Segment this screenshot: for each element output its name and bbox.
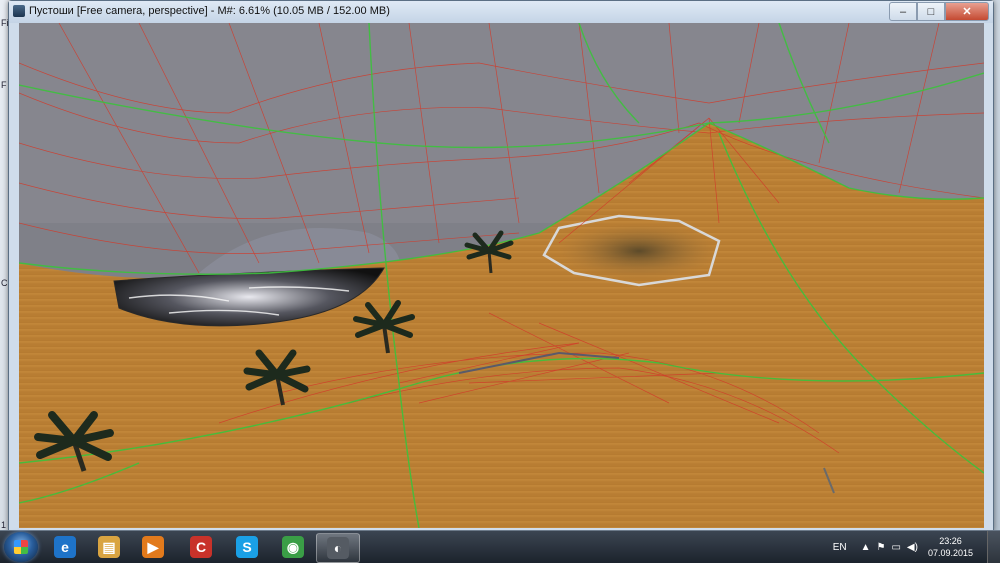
taskbar-app-internet-explorer[interactable]: e [44, 533, 86, 561]
action-center-flag-icon[interactable]: ⚑ [877, 542, 886, 553]
minimize-button[interactable]: – [889, 2, 917, 21]
clock[interactable]: 23:26 07.09.2015 [928, 535, 973, 559]
window-title: Пустоши [Free camera, perspective] - M#:… [29, 5, 390, 17]
window-controls: – □ ✕ [889, 2, 989, 21]
taskbar: e ▤ ▶ C S ◉ ◐ EN ▲ ⚑ ▭ ◀) 23:26 07.09.20… [0, 530, 1000, 563]
editor-window[interactable]: Пустоши [Free camera, perspective] - M#:… [8, 0, 994, 532]
taskbar-app-media-player[interactable]: ▶ [132, 533, 174, 561]
ccleaner-icon: C [190, 536, 212, 558]
windows-logo-icon [14, 540, 28, 554]
taskbar-app-skype[interactable]: S [226, 533, 268, 561]
taskbar-app-editor[interactable]: ◐ [316, 533, 360, 563]
network-icon[interactable]: ▭ [891, 542, 900, 553]
3d-viewport[interactable] [19, 23, 984, 528]
editor-app-icon: ◐ [327, 537, 349, 559]
scene-canvas[interactable] [19, 23, 984, 528]
show-hidden-icons-icon[interactable]: ▲ [861, 542, 871, 553]
volume-icon[interactable]: ◀) [907, 542, 918, 553]
maximize-button[interactable]: □ [917, 2, 945, 21]
clock-time: 23:26 [939, 536, 962, 546]
media-player-icon: ▶ [142, 536, 164, 558]
language-indicator[interactable]: EN [833, 542, 847, 553]
background-fragment: F [1, 80, 7, 90]
chrome-icon: ◉ [282, 536, 304, 558]
close-button[interactable]: ✕ [945, 2, 989, 21]
internet-explorer-icon: e [54, 536, 76, 558]
taskbar-app-ccleaner[interactable]: C [180, 533, 222, 561]
file-explorer-icon: ▤ [98, 536, 120, 558]
clock-date: 07.09.2015 [927, 548, 973, 558]
show-desktop-button[interactable] [987, 531, 1000, 563]
dirt-decal [559, 223, 719, 279]
background-fragment: C [1, 278, 8, 288]
skype-icon: S [236, 536, 258, 558]
taskbar-app-chrome[interactable]: ◉ [272, 533, 314, 561]
taskbar-app-file-explorer[interactable]: ▤ [88, 533, 130, 561]
app-icon [13, 5, 25, 17]
system-tray: EN ▲ ⚑ ▭ ◀) 23:26 07.09.2015 [833, 531, 1000, 563]
title-bar[interactable]: Пустоши [Free camera, perspective] - M#:… [9, 1, 993, 23]
start-button[interactable] [4, 532, 38, 562]
